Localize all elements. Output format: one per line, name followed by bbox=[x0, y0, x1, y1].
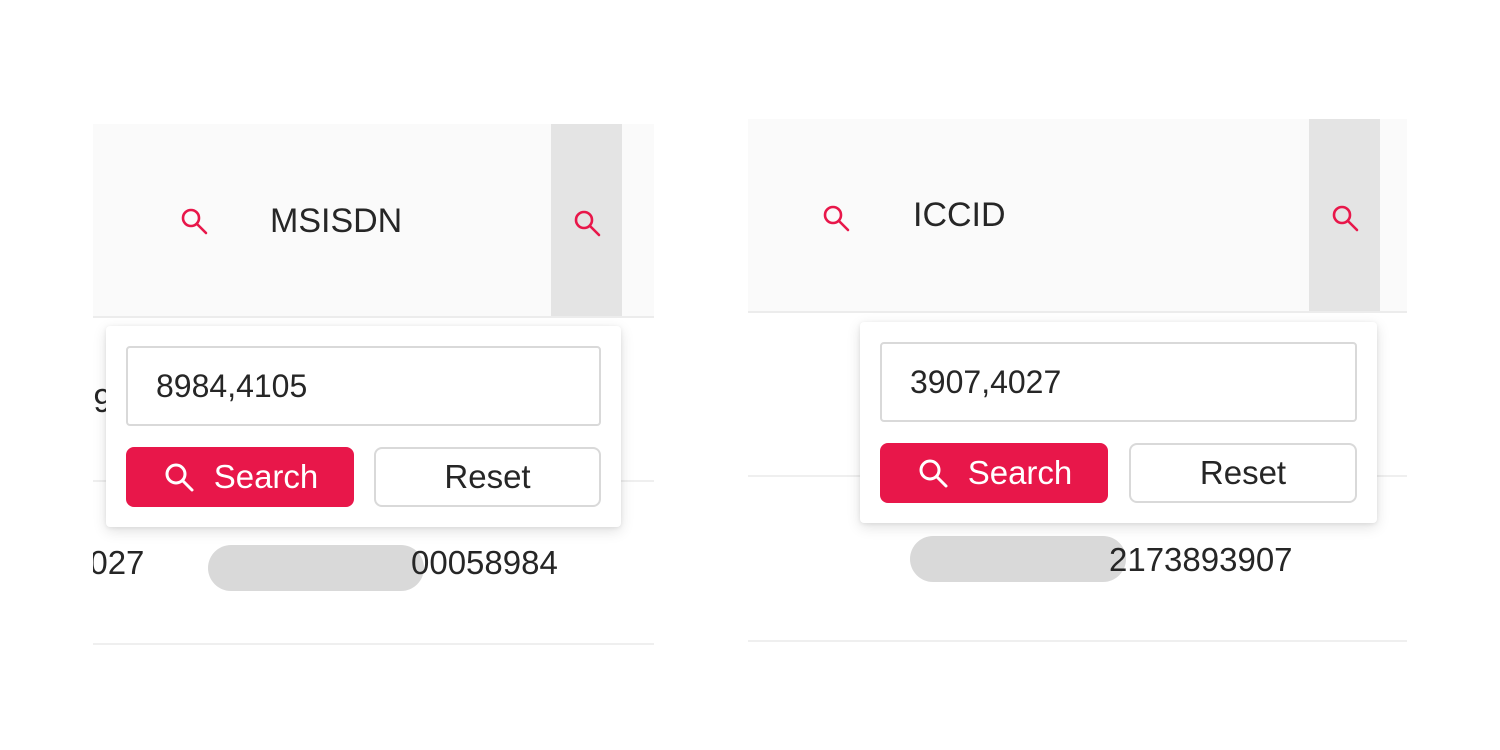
row-divider bbox=[93, 643, 654, 645]
table-cell: 4027 bbox=[93, 544, 145, 581]
column-filter-trigger[interactable] bbox=[1309, 119, 1380, 311]
search-icon bbox=[165, 463, 194, 492]
search-icon[interactable] bbox=[179, 206, 209, 236]
column-title-iccid: ICCID bbox=[913, 196, 1006, 234]
column-title-msisdn: MSISDN bbox=[270, 202, 403, 240]
column-filter-trigger[interactable] bbox=[551, 124, 622, 316]
search-button-label: Search bbox=[967, 454, 1073, 491]
search-input[interactable] bbox=[126, 346, 601, 426]
table-cell: 00058984 bbox=[411, 544, 558, 581]
filter-dropdown: Search Reset bbox=[106, 326, 621, 527]
search-icon bbox=[572, 208, 602, 238]
search-icon[interactable] bbox=[821, 203, 851, 233]
reset-button[interactable]: Reset bbox=[374, 447, 601, 507]
search-button[interactable]: Search bbox=[880, 443, 1108, 503]
table-cell: 2173893907 bbox=[1109, 541, 1293, 578]
filter-dropdown: Search Reset bbox=[860, 322, 1377, 523]
search-button-label: Search bbox=[213, 458, 319, 495]
right-table-panel: ICCID 2173893907 Search Reset bbox=[748, 119, 1407, 649]
redacted-value bbox=[910, 536, 1126, 582]
search-input[interactable] bbox=[880, 342, 1357, 422]
search-button[interactable]: Search bbox=[126, 447, 354, 507]
search-icon bbox=[919, 459, 948, 488]
reset-button[interactable]: Reset bbox=[1129, 443, 1357, 503]
table-header: MSISDN bbox=[93, 124, 654, 318]
left-table-panel: MSISDN 39 4027 00058984 Search Reset bbox=[93, 124, 654, 654]
row-divider bbox=[748, 640, 1407, 642]
search-icon bbox=[1330, 203, 1360, 233]
redacted-value bbox=[208, 545, 424, 591]
table-header: ICCID bbox=[748, 119, 1407, 313]
